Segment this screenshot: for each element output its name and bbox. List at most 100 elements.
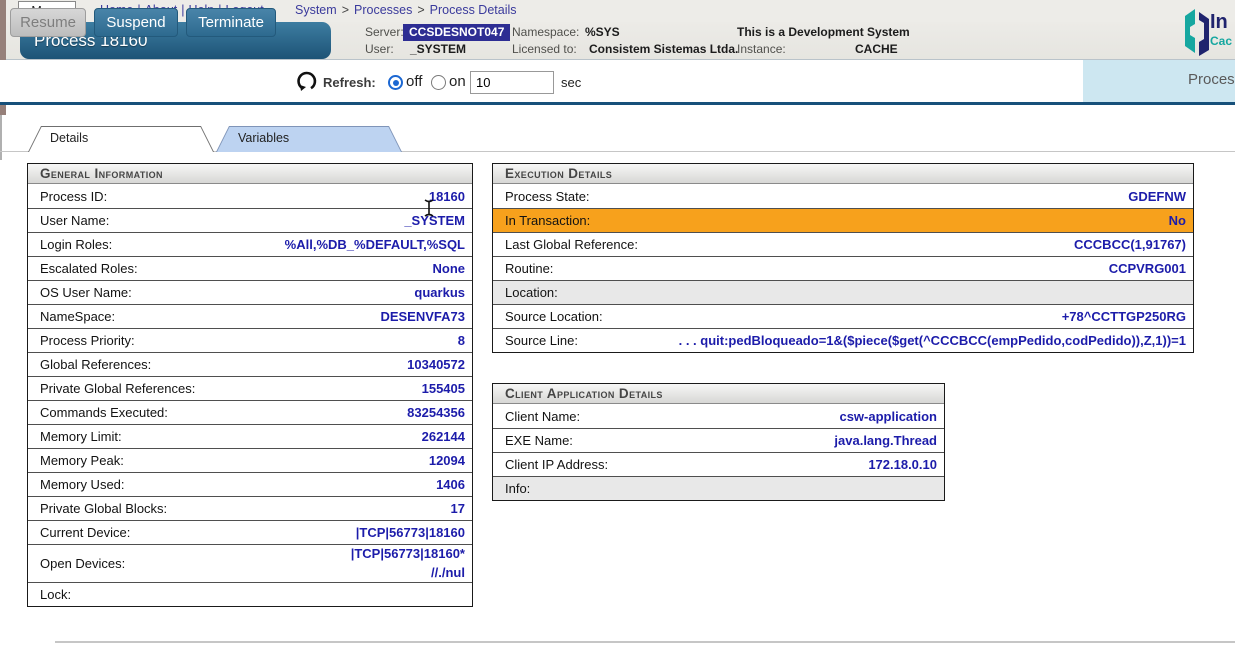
breadcrumb-separator: > <box>417 3 424 17</box>
table-row: Process ID:18160 <box>28 184 472 208</box>
table-row: Source Line: . . . quit:pedBloqueado=1&($… <box>493 328 1193 352</box>
table-row: Current Device: |TCP|56773|18160 <box>28 520 472 544</box>
row-label: Last Global Reference: <box>505 237 648 252</box>
user-value: _SYSTEM <box>410 42 466 56</box>
terminate-button[interactable]: Terminate <box>186 8 276 37</box>
licensed-to-value: Consistem Sistemas Ltda. <box>589 42 738 56</box>
tab-variables-label: Variables <box>238 131 289 145</box>
row-label: Source Location: <box>505 309 613 324</box>
row-label: Info: <box>505 481 540 496</box>
table-row: User Name:_SYSTEM <box>28 208 472 232</box>
row-value: |TCP|56773|18160 <box>356 525 465 540</box>
row-value: . . . quit:pedBloqueado=1&($piece($get(^… <box>679 333 1186 348</box>
tab-variables[interactable]: Variables <box>216 126 402 152</box>
client-application-details-table: Client Application Details Client Name: c… <box>492 383 945 501</box>
row-value: java.lang.Thread <box>834 433 937 448</box>
table-row: Open Devices:|TCP|56773|18160*//./nul <box>28 544 472 582</box>
row-label: Private Global Blocks: <box>40 501 177 516</box>
resume-button[interactable]: Resume <box>10 8 86 37</box>
refresh-unit-label: sec <box>561 75 581 90</box>
row-label: Login Roles: <box>40 237 122 252</box>
execution-details-rows: Process State:GDEFNWIn Transaction:NoLas… <box>493 184 1193 352</box>
refresh-label: Refresh: <box>323 75 376 90</box>
text-cursor-icon <box>422 198 436 218</box>
table-row: Lock: <box>28 582 472 606</box>
row-value: csw-application <box>839 409 937 424</box>
table-row: EXE Name: java.lang.Thread <box>493 428 944 452</box>
refresh-off-radio[interactable] <box>388 75 403 90</box>
general-information-table: General Information Process ID:18160User… <box>27 163 473 607</box>
row-value: 262144 <box>422 429 465 444</box>
client-application-details-title: Client Application Details <box>493 384 944 404</box>
table-row: OS User Name: quarkus <box>28 280 472 304</box>
row-value: 172.18.0.10 <box>868 457 937 472</box>
user-label: User: <box>365 42 394 56</box>
logo-text-bottom: Cac <box>1210 34 1232 48</box>
row-value: quarkus <box>414 285 465 300</box>
namespace-label: Namespace: <box>512 25 579 39</box>
table-row: Client Name: csw-application <box>493 404 944 428</box>
table-row: Process State:GDEFNW <box>493 184 1193 208</box>
row-label: Source Line: <box>505 333 588 348</box>
row-value: +78^CCTTGP250RG <box>1062 309 1186 324</box>
row-label: Client IP Address: <box>505 457 618 472</box>
process-details-page: Menu Home|About|Help|Logout System>Proce… <box>0 0 1235 648</box>
client-application-details-rows: Client Name: csw-application EXE Name: java… <box>493 404 944 500</box>
link-separator: | <box>181 3 184 17</box>
row-value: CCPVRG001 <box>1109 261 1186 276</box>
row-label: Routine: <box>505 261 563 276</box>
right-banner-text: Proces <box>1188 71 1235 88</box>
refresh-interval-input[interactable] <box>470 71 554 94</box>
general-information-rows: Process ID:18160User Name:_SYSTEMLogin R… <box>28 184 472 606</box>
dev-system-note: This is a Development System <box>737 25 910 39</box>
breadcrumb-processes[interactable]: Processes <box>354 3 412 17</box>
table-row: Escalated Roles:None <box>28 256 472 280</box>
table-row: Login Roles: %All,%DB_%DEFAULT,%SQL <box>28 232 472 256</box>
table-row: Memory Peak:12094 <box>28 448 472 472</box>
row-value: 12094 <box>429 453 465 468</box>
row-value: %All,%DB_%DEFAULT,%SQL <box>285 237 465 252</box>
row-value: No <box>1169 213 1186 228</box>
row-label: User Name: <box>40 213 119 228</box>
table-row: Global References:10340572 <box>28 352 472 376</box>
row-label: Open Devices: <box>40 556 135 571</box>
row-label: NameSpace: <box>40 309 125 324</box>
refresh-icon <box>296 70 318 92</box>
refresh-on-label[interactable]: on <box>449 73 466 90</box>
table-row: Client IP Address: 172.18.0.10 <box>493 452 944 476</box>
tab-details-label: Details <box>50 131 88 145</box>
row-value: GDEFNW <box>1128 189 1186 204</box>
server-label: Server: <box>365 25 404 39</box>
row-label: EXE Name: <box>505 433 583 448</box>
row-value: 10340572 <box>407 357 465 372</box>
table-row: Routine: CCPVRG001 <box>493 256 1193 280</box>
row-label: Location: <box>505 285 568 300</box>
row-label: Process Priority: <box>40 333 145 348</box>
refresh-on-radio[interactable] <box>431 75 446 90</box>
suspend-button[interactable]: Suspend <box>94 8 178 37</box>
tab-details[interactable]: Details <box>28 126 214 152</box>
bottom-divider <box>55 641 1235 643</box>
table-row: Source Location: +78^CCTTGP250RG <box>493 304 1193 328</box>
row-value: 155405 <box>422 381 465 396</box>
row-value: None <box>433 261 466 276</box>
execution-details-title: Execution Details <box>493 164 1193 184</box>
row-label: Commands Executed: <box>40 405 178 420</box>
toolbar <box>0 60 1235 105</box>
table-row: Private Global References:155405 <box>28 376 472 400</box>
logo-text-top: In <box>1210 11 1228 34</box>
row-label: Process ID: <box>40 189 117 204</box>
row-label: Current Device: <box>40 525 140 540</box>
row-value: CCCBCC(1,91767) <box>1074 237 1186 252</box>
row-label: Client Name: <box>505 409 590 424</box>
breadcrumb-system[interactable]: System <box>295 3 337 17</box>
breadcrumb: System>Processes>Process Details <box>295 3 517 17</box>
row-label: OS User Name: <box>40 285 142 300</box>
general-information-title: General Information <box>28 164 472 184</box>
row-label: Memory Used: <box>40 477 135 492</box>
refresh-off-label[interactable]: off <box>406 73 422 90</box>
table-row: Location: <box>493 280 1193 304</box>
row-value: 1406 <box>436 477 465 492</box>
table-row: Last Global Reference: CCCBCC(1,91767) <box>493 232 1193 256</box>
table-row: Info: <box>493 476 944 500</box>
